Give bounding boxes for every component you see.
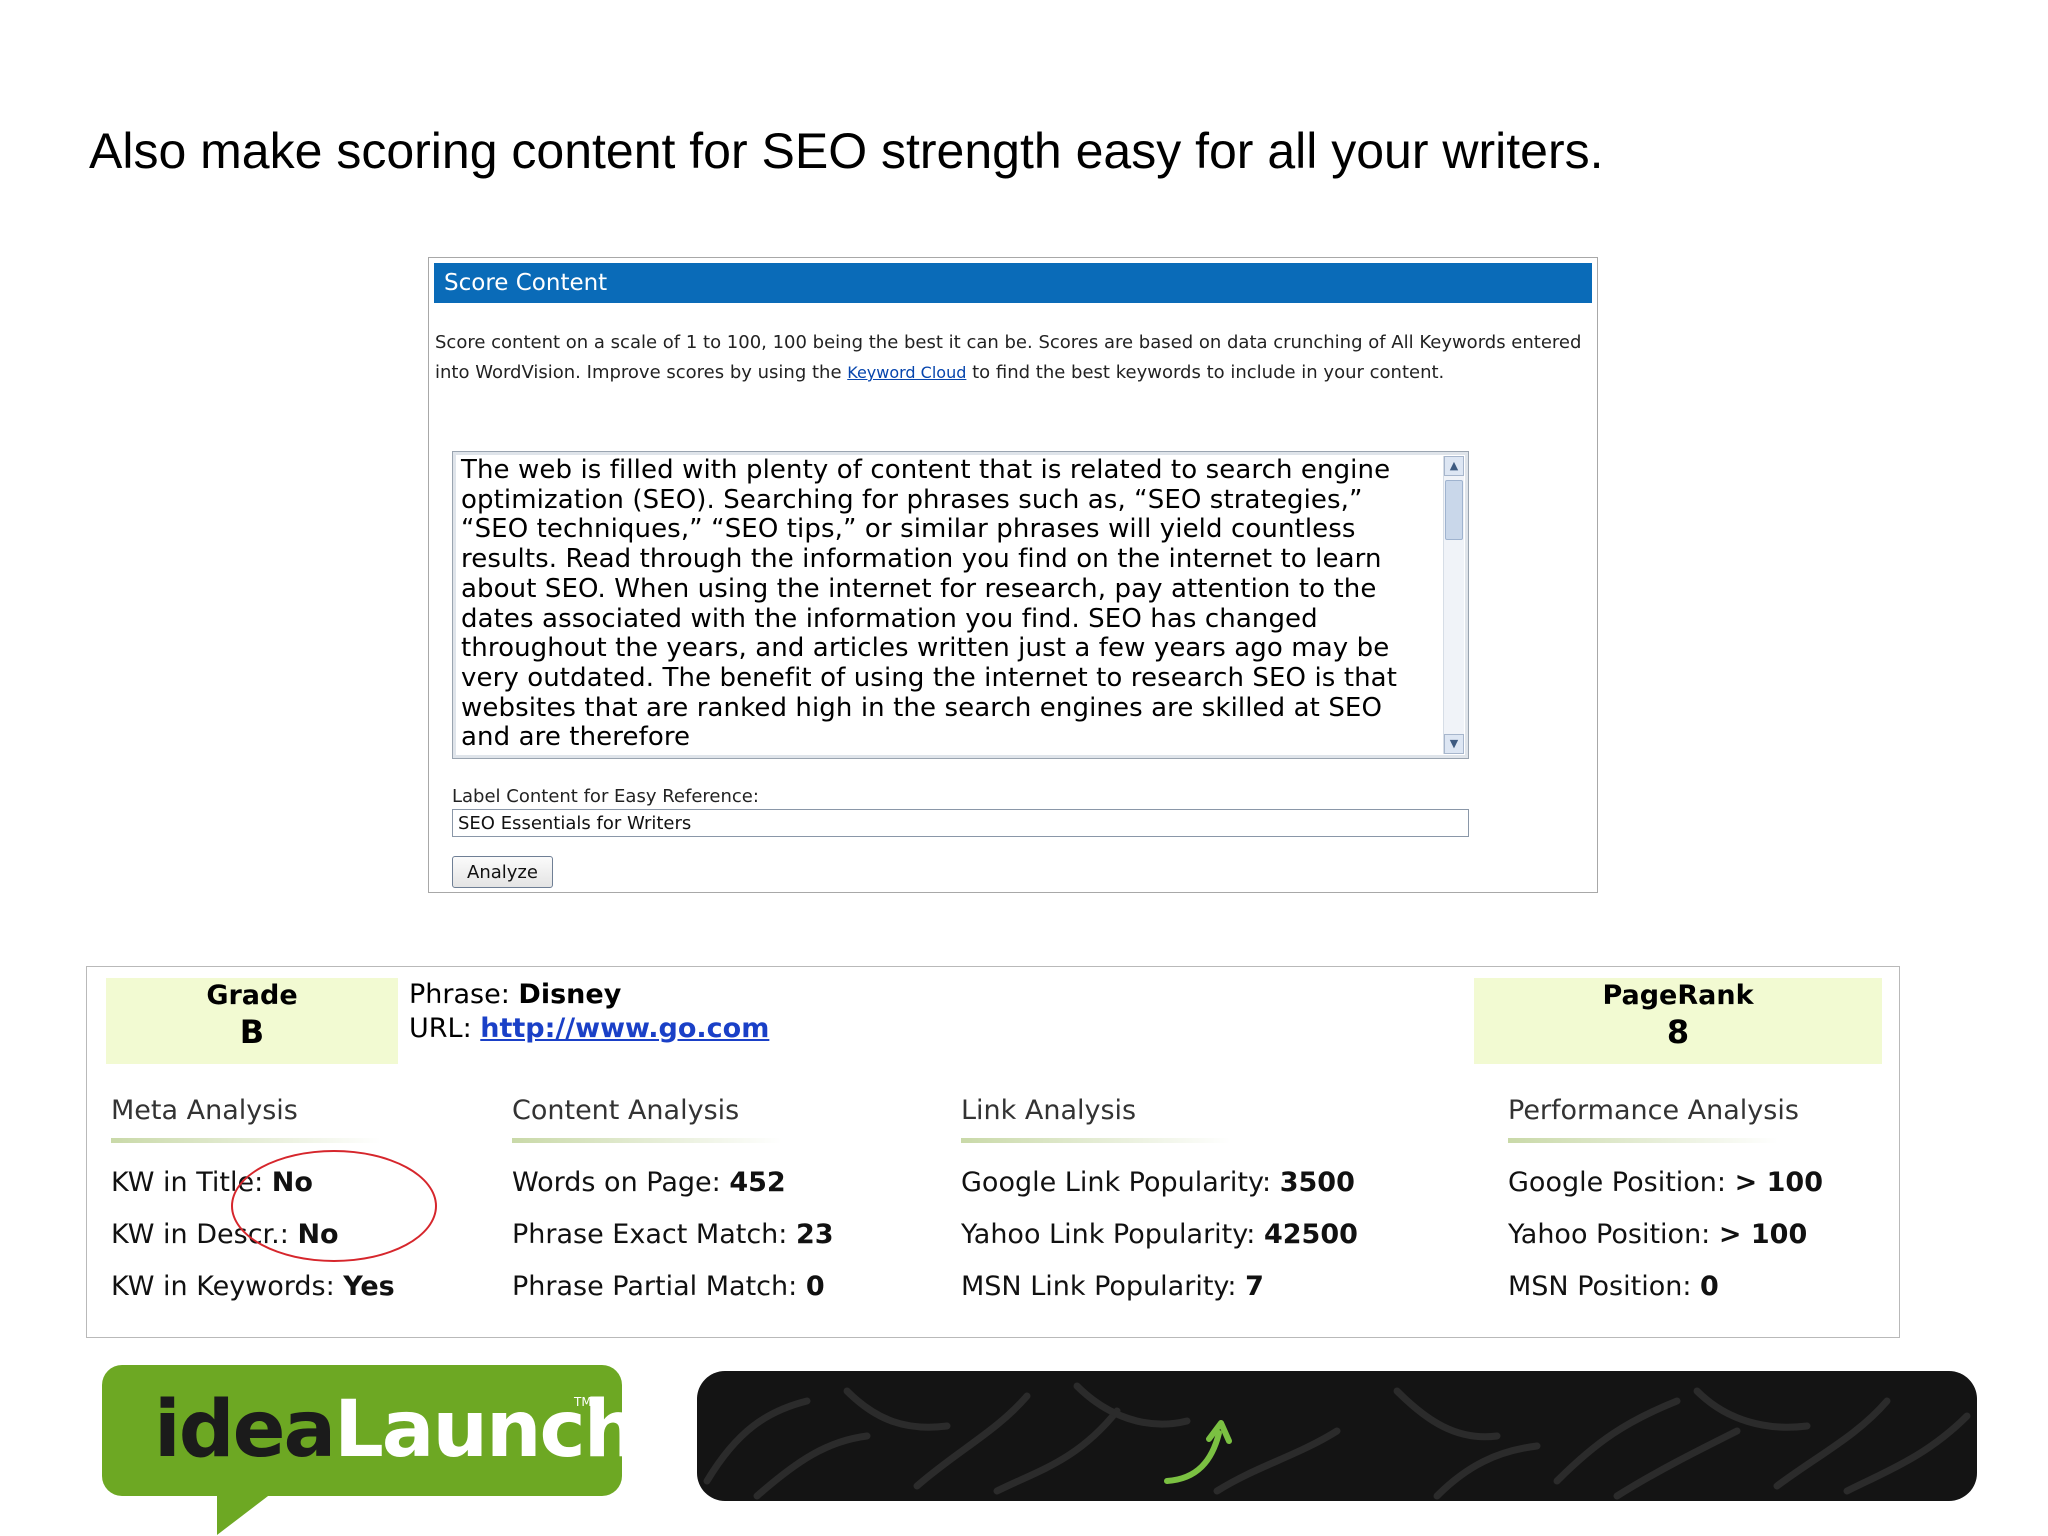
link-analysis-title: Link Analysis (961, 1095, 1137, 1126)
url-label: URL: (409, 1013, 472, 1044)
grade-value: B (239, 1013, 265, 1051)
content-analysis-rule (512, 1138, 782, 1143)
score-description: Score content on a scale of 1 to 100, 10… (435, 328, 1593, 388)
performance-analysis-title: Performance Analysis (1508, 1095, 1799, 1126)
keyword-cloud-link[interactable]: Keyword Cloud (847, 363, 966, 382)
grade-box: Grade B (106, 978, 398, 1064)
content-analysis-column: Content Analysis Words on Page: 452 Phra… (512, 1095, 834, 1302)
pagerank-label: PageRank (1602, 980, 1754, 1011)
grade-label: Grade (206, 980, 298, 1011)
link-analysis-rule (961, 1138, 1231, 1143)
meta-analysis-title: Meta Analysis (111, 1095, 298, 1126)
content-phrase-partial: Phrase Partial Match: 0 (512, 1271, 825, 1302)
link-analysis-column: Link Analysis Google Link Popularity: 35… (961, 1095, 1358, 1302)
analyze-button[interactable]: Analyze (452, 856, 553, 888)
performance-google-position: Google Position: > 100 (1508, 1167, 1824, 1198)
phrase-label: Phrase: (409, 979, 510, 1010)
logo-word-idea: idea (154, 1385, 336, 1475)
banner-arrow-pattern (703, 1382, 1971, 1500)
link-msn-popularity: MSN Link Popularity: 7 (961, 1271, 1264, 1302)
annotation-ellipse (231, 1150, 437, 1262)
url-line: URL: http://www.go.com (409, 1013, 769, 1044)
content-textarea[interactable]: The web is filled with plenty of content… (452, 451, 1469, 759)
content-textarea-text: The web is filled with plenty of content… (461, 455, 1398, 753)
slide-title: Also make scoring content for SEO streng… (89, 123, 1604, 179)
url-link[interactable]: http://www.go.com (480, 1013, 769, 1044)
logo-trademark: TM (574, 1395, 592, 1409)
pagerank-value: 8 (1666, 1013, 1690, 1051)
scroll-down-icon[interactable]: ▼ (1444, 734, 1464, 754)
decorative-banner (697, 1371, 1977, 1501)
content-scrollbar[interactable]: ▲ ▼ (1443, 456, 1464, 754)
scroll-thumb[interactable] (1445, 480, 1463, 540)
content-words-on-page: Words on Page: 452 (512, 1167, 786, 1198)
pagerank-box: PageRank 8 (1474, 978, 1882, 1064)
content-analysis-title: Content Analysis (512, 1095, 740, 1126)
meta-analysis-rule (111, 1138, 381, 1143)
performance-analysis-column: Performance Analysis Google Position: > … (1508, 1095, 1823, 1302)
label-content-caption: Label Content for Easy Reference: (452, 786, 759, 807)
content-phrase-exact: Phrase Exact Match: 23 (512, 1219, 834, 1250)
meta-analysis-column: Meta Analysis KW in Title: No KW in Desc… (111, 1095, 395, 1302)
link-google-popularity: Google Link Popularity: 3500 (961, 1167, 1355, 1198)
score-content-header: Score Content (434, 263, 1592, 303)
meta-kw-keywords: KW in Keywords: Yes (111, 1271, 395, 1302)
phrase-line: Phrase: Disney (409, 979, 621, 1010)
description-text-2: to find the best keywords to include in … (972, 362, 1445, 383)
label-content-input[interactable] (452, 809, 1469, 837)
link-yahoo-popularity: Yahoo Link Popularity: 42500 (961, 1219, 1358, 1250)
performance-analysis-rule (1508, 1138, 1778, 1143)
idealaunch-logo: ideaLaunch TM (102, 1365, 639, 1536)
phrase-value: Disney (518, 979, 622, 1010)
score-content-panel: Score Content Score content on a scale o… (428, 257, 1598, 893)
scroll-up-icon[interactable]: ▲ (1444, 456, 1464, 476)
performance-yahoo-position: Yahoo Position: > 100 (1508, 1219, 1808, 1250)
logo-speech-tail (217, 1493, 272, 1535)
performance-msn-position: MSN Position: 0 (1508, 1271, 1719, 1302)
logo-wordmark: ideaLaunch (154, 1385, 639, 1475)
